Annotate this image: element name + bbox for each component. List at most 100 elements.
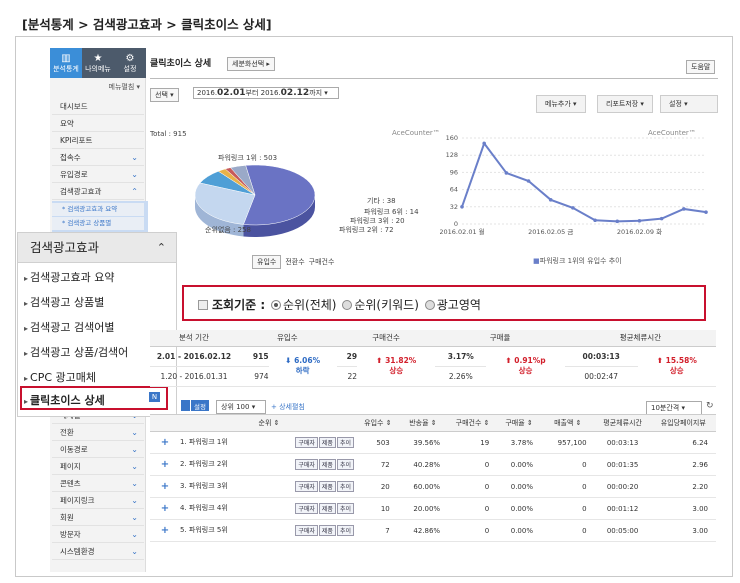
date-suffix: 까지 (309, 89, 323, 97)
table-row[interactable]: +1. 파워링크 1위 구매자 제품 추이 503 39.56% 19 3.78% 957,10… (150, 431, 716, 454)
settings-tab[interactable]: ⚙ 설정 (114, 48, 146, 78)
detail-button-1[interactable] (181, 400, 190, 411)
sidebar-item[interactable]: KPI리포트 (52, 133, 144, 149)
zoom-menu-item[interactable]: 검색광고 검색어별 (24, 319, 114, 335)
zoom-menu-item[interactable]: 검색광고효과 요약 (24, 269, 114, 285)
zoom-menu-item[interactable]: 검색광고 상품/검색어 (24, 344, 128, 360)
sidebar-item[interactable]: 접속수 ⌄ (52, 150, 144, 166)
sidebar-item[interactable]: 콘텐츠 ⌄ (52, 476, 144, 492)
sidebar-item[interactable]: 방문자 ⌄ (52, 527, 144, 543)
buyer-tag[interactable]: 구매자 (295, 481, 318, 492)
sidebar-item[interactable]: 검색광고효과 ⌃ (52, 184, 144, 200)
plus-icon[interactable]: + (161, 481, 169, 492)
data-point[interactable] (504, 171, 509, 175)
period-select[interactable]: 선택 ▾ (150, 88, 179, 102)
sidebar-item[interactable]: 회원 ⌄ (52, 510, 144, 526)
filter-toggle-icon[interactable] (198, 300, 208, 310)
sidebar-item[interactable]: 페이지링크 ⌄ (52, 493, 144, 509)
product-tag[interactable]: 제품 (318, 459, 336, 470)
detail-header[interactable]: 구매율 ⇕ (497, 414, 541, 432)
data-point[interactable] (526, 179, 531, 183)
tab-conversions[interactable]: 전환수 (285, 255, 304, 269)
expand-detail-link[interactable]: + 상세펼침 (271, 402, 305, 412)
trend-tag[interactable]: 추이 (336, 481, 354, 492)
data-point[interactable] (615, 219, 620, 224)
detail-header[interactable]: 구매건수 ⇕ (448, 414, 498, 432)
plus-icon[interactable]: + (161, 503, 169, 514)
data-point[interactable] (482, 141, 486, 146)
pie-metric-tabs: 유입수 전환수 구매건수 (252, 255, 334, 269)
buyer-tag[interactable]: 구매자 (295, 525, 318, 536)
top-n-select[interactable]: 상위 100 ▾ (216, 400, 266, 414)
visits-previous: 974 (238, 366, 269, 387)
sidebar-item[interactable]: 유입경로 ⌄ (52, 167, 144, 183)
product-tag[interactable]: 제품 (318, 481, 336, 492)
detail-settings-button[interactable]: 설정 (191, 400, 209, 411)
interval-select[interactable]: 10분간격 ▾ (646, 401, 702, 415)
plus-icon[interactable]: + (161, 459, 169, 470)
cell-purchases: 0 (448, 475, 498, 498)
sidebar-item[interactable]: 요약 (52, 116, 144, 132)
stats-tab[interactable]: ▥ 분석통계 (50, 48, 82, 78)
detail-header[interactable]: 순위 ⇕ (180, 414, 358, 432)
zoom-menu-item[interactable]: CPC 광고매체 (24, 369, 96, 385)
buyer-tag[interactable]: 구매자 (295, 503, 318, 514)
data-point[interactable] (593, 218, 597, 223)
data-point[interactable] (460, 205, 464, 209)
radio-rank-keyword[interactable] (342, 300, 353, 310)
my-menu-tab[interactable]: ★ 나의메뉴 (82, 48, 114, 78)
tab-visits[interactable]: 유입수 (252, 255, 282, 269)
save-report-button[interactable]: 리포트저장 ▾ (597, 95, 653, 113)
table-row[interactable]: +4. 파워링크 4위 구매자 제품 추이 10 20.00% 0 0.00% 0 00:01:1… (150, 497, 716, 520)
detail-header[interactable]: 평균체류시간 (594, 414, 651, 432)
cell-bounce: 42.86% (397, 519, 449, 542)
radio-rank-all[interactable] (270, 300, 281, 310)
plus-icon[interactable]: + (161, 437, 169, 448)
tab-purchases[interactable]: 구매건수 (309, 255, 335, 269)
trend-tag[interactable]: 추이 (336, 459, 354, 470)
data-point[interactable] (704, 210, 708, 214)
zoom-menu-item[interactable]: 검색광고 상품별 (24, 294, 104, 310)
data-point[interactable] (682, 207, 686, 211)
add-menu-button[interactable]: 메뉴추가 ▾ (536, 95, 586, 113)
sidebar-sub-item[interactable]: * 검색광고효과 요약 (52, 203, 144, 216)
data-point[interactable] (659, 216, 664, 221)
sidebar-item[interactable]: 시스템환경 ⌄ (52, 544, 144, 560)
buyer-tag[interactable]: 구매자 (295, 437, 318, 448)
product-tag[interactable]: 제품 (318, 437, 336, 448)
sidebar-item[interactable]: 이동경로 ⌄ (52, 442, 144, 458)
sidebar-item[interactable]: 대시보드 (52, 99, 144, 115)
table-row[interactable]: +5. 파워링크 5위 구매자 제품 추이 7 42.86% 0 0.00% 0 00:05:00… (150, 519, 716, 542)
product-tag[interactable]: 제품 (318, 503, 336, 514)
zoom-menu-item-active[interactable]: 클릭초이스 상세 (24, 392, 105, 408)
detail-header[interactable]: 유입수 ⇕ (358, 414, 398, 432)
data-point[interactable] (637, 218, 642, 223)
date-range-input[interactable]: 2016.02.01부터 2016.02.12까지 ▾ (193, 87, 339, 99)
settings-button[interactable]: 설정 ▾ (660, 95, 718, 113)
buyer-tag[interactable]: 구매자 (295, 459, 318, 470)
sidebar-item[interactable]: 전환 ⌄ (52, 425, 144, 441)
detail-header[interactable]: 반송율 ⇕ (397, 414, 449, 432)
trend-tag[interactable]: 추이 (336, 503, 354, 514)
trend-tag[interactable]: 추이 (336, 437, 354, 448)
plus-icon[interactable]: + (161, 525, 169, 536)
data-point[interactable] (571, 206, 575, 210)
product-tag[interactable]: 제품 (318, 525, 336, 536)
menu-expand[interactable]: 메뉴펼침 ▾ (54, 82, 144, 94)
expand-cell: + (150, 475, 180, 498)
table-row[interactable]: +3. 파워링크 3위 구매자 제품 추이 20 60.00% 0 0.00% 0 00:00:2… (150, 475, 716, 498)
table-row[interactable]: +2. 파워링크 2위 구매자 제품 추이 72 40.28% 0 0.00% 0 00:01:3… (150, 453, 716, 476)
acecounter-logo: AceCounter™ (392, 129, 440, 137)
data-point[interactable] (548, 198, 553, 202)
segment-select[interactable]: 세분화선택 ▸ (227, 57, 275, 71)
pie-label: 파워링크 1위 : 503 (218, 154, 278, 162)
radio-ad-area[interactable] (424, 300, 435, 310)
detail-header[interactable]: 유입당페이지뷰 (650, 414, 716, 432)
help-button[interactable]: 도움말 (686, 60, 716, 74)
refresh-icon[interactable]: ↻ (706, 401, 714, 411)
detail-header[interactable]: 매출액 ⇕ (541, 414, 595, 432)
trend-tag[interactable]: 추이 (336, 525, 354, 536)
sidebar-item-label: 페이지링크 (60, 496, 95, 505)
sidebar-sub-item[interactable]: * 검색광고 상품별 (52, 217, 144, 230)
sidebar-item[interactable]: 페이지 ⌄ (52, 459, 144, 475)
